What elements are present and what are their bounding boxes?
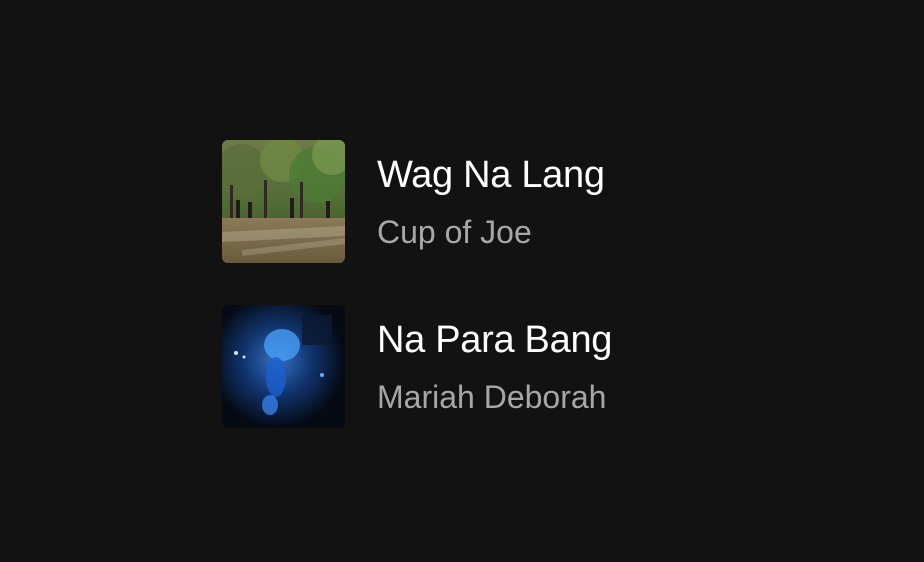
track-list: Wag Na Lang Cup of Joe Na Para Bang Mari…	[222, 140, 742, 428]
park-scene-icon	[222, 140, 345, 263]
track-meta: Wag Na Lang Cup of Joe	[377, 153, 605, 251]
track-row-na-para-bang[interactable]: Na Para Bang Mariah Deborah	[222, 305, 742, 428]
track-artist[interactable]: Mariah Deborah	[377, 378, 612, 416]
track-artist[interactable]: Cup of Joe	[377, 213, 605, 251]
track-title[interactable]: Na Para Bang	[377, 318, 612, 362]
album-art-icon[interactable]	[222, 305, 345, 428]
blue-night-figure-icon	[222, 305, 345, 428]
track-row-wag-na-lang[interactable]: Wag Na Lang Cup of Joe	[222, 140, 742, 263]
album-art-icon[interactable]	[222, 140, 345, 263]
track-title[interactable]: Wag Na Lang	[377, 153, 605, 197]
recently-played-panel: Wag Na Lang Cup of Joe Na Para Bang Mari…	[0, 0, 924, 562]
track-meta: Na Para Bang Mariah Deborah	[377, 318, 612, 416]
